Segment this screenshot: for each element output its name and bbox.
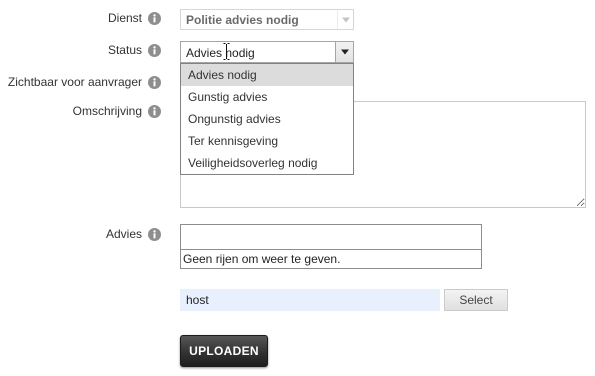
advies-label: Advies (105, 227, 142, 241)
status-option[interactable]: Gunstig advies (181, 86, 353, 108)
chevron-down-icon[interactable] (335, 42, 353, 62)
info-icon[interactable] (148, 105, 161, 118)
status-option[interactable]: Ter kennisgeving (181, 130, 353, 152)
text-cursor-icon (223, 43, 230, 60)
upload-button[interactable]: UPLOADEN (180, 335, 268, 367)
status-dropdown-list: Advies nodig Gunstig advies Ongunstig ad… (180, 63, 354, 175)
select-file-button[interactable]: Select (444, 289, 508, 311)
status-label: Status (107, 43, 142, 57)
info-icon[interactable] (148, 228, 161, 241)
dienst-select-value: Politie advies nodig (186, 13, 299, 27)
status-select[interactable]: Advies nodig (180, 41, 354, 63)
dienst-label: Dienst (107, 11, 142, 25)
status-option[interactable]: Veiligheidsoverleg nodig (181, 152, 353, 174)
file-name-input[interactable] (180, 289, 440, 311)
zichtbaar-label: Zichtbaar voor aanvrager (7, 75, 142, 89)
advies-grid: Geen rijen om weer te geven. (180, 224, 482, 269)
advies-grid-header (181, 225, 481, 250)
info-icon[interactable] (148, 12, 161, 25)
info-icon[interactable] (148, 76, 161, 89)
status-option[interactable]: Ongunstig advies (181, 108, 353, 130)
chevron-down-icon (337, 10, 353, 29)
status-option[interactable]: Advies nodig (181, 64, 353, 86)
omschrijving-label: Omschrijving (72, 104, 142, 118)
info-icon[interactable] (148, 44, 161, 57)
dienst-select: Politie advies nodig (180, 9, 354, 30)
status-select-value: Advies nodig (186, 46, 255, 60)
advies-grid-empty-message: Geen rijen om weer te geven. (183, 252, 341, 266)
